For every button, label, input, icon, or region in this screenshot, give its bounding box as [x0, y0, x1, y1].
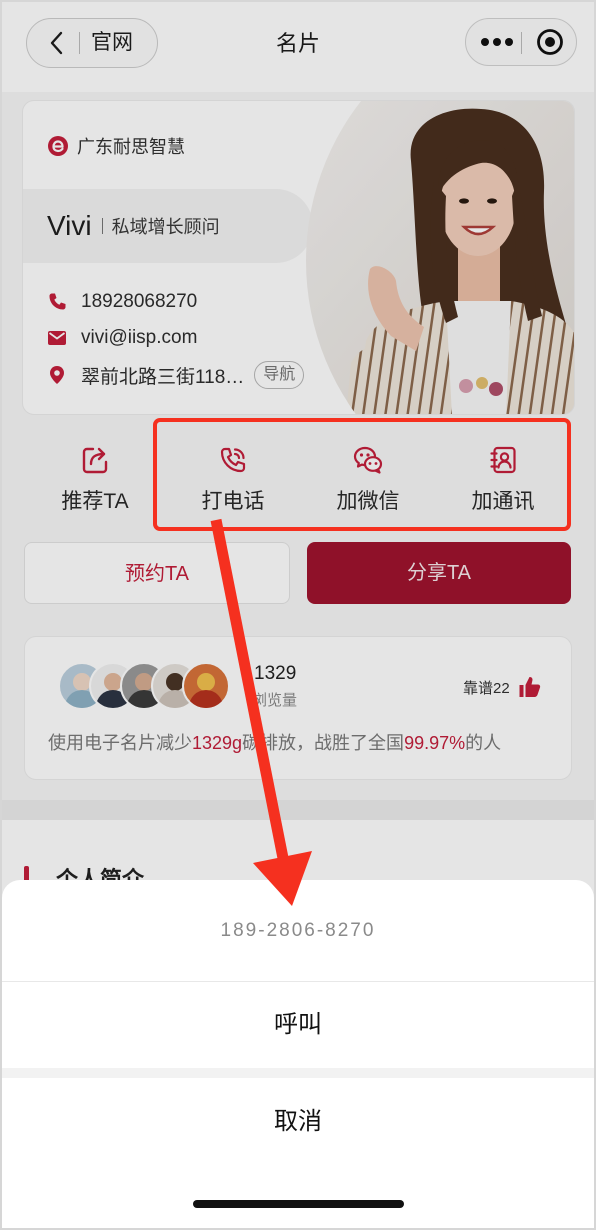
sheet-phone-number: 189-2806-8270: [2, 880, 594, 982]
sheet-separator: [2, 1068, 594, 1078]
call-action-sheet: 189-2806-8270 呼叫 取消: [2, 880, 594, 1230]
cancel-button[interactable]: 取消: [2, 1078, 594, 1166]
page: 官网 名片 广东耐思智慧 Vivi 私域增长顾问 18928068270 viv…: [0, 0, 596, 1230]
home-indicator: [193, 1200, 404, 1208]
call-button[interactable]: 呼叫: [2, 982, 594, 1068]
